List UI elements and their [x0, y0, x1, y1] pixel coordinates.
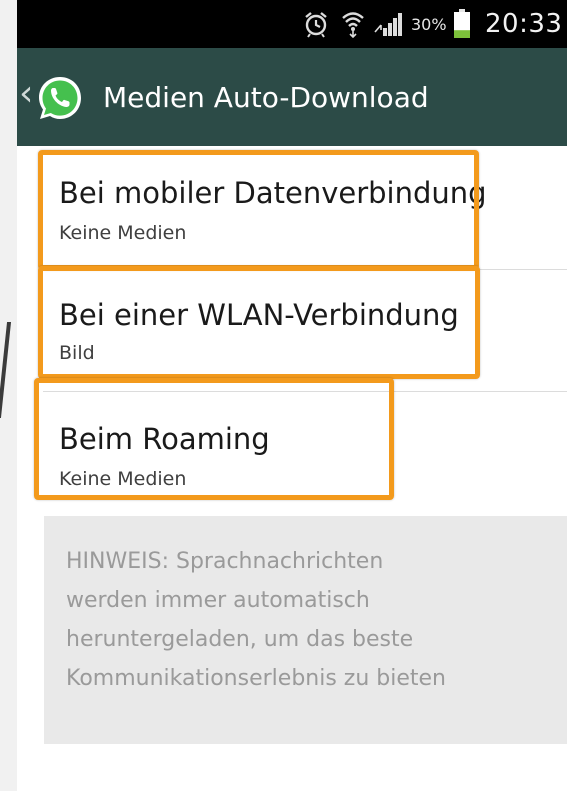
- battery-icon: [453, 0, 471, 48]
- note-text: HINWEIS: Sprachnachrichten werden immer …: [66, 549, 446, 691]
- wifi-icon: [341, 0, 365, 48]
- setting-value: Keine Medien: [59, 222, 187, 244]
- setting-wlan[interactable]: Bei einer WLAN-Verbindung Bild: [17, 266, 567, 392]
- alarm-icon: [303, 0, 329, 48]
- left-background-strip: [0, 0, 17, 791]
- battery-percent: 30%: [411, 14, 447, 34]
- setting-value: Keine Medien: [59, 468, 187, 490]
- setting-title: Beim Roaming: [59, 422, 270, 456]
- settings-list: Bei mobiler Datenverbindung Keine Medien…: [17, 146, 567, 512]
- setting-title: Bei mobiler Datenverbindung: [59, 176, 487, 210]
- setting-value: Bild: [59, 342, 95, 364]
- clock-time: 20:33: [485, 9, 563, 39]
- status-bar: 30% 20:33: [17, 0, 567, 48]
- info-note: HINWEIS: Sprachnachrichten werden immer …: [44, 516, 567, 744]
- setting-title: Bei einer WLAN-Verbindung: [59, 298, 459, 332]
- action-bar: ‹ Medien Auto-Download: [17, 48, 567, 146]
- signal-icon: [371, 0, 405, 48]
- page-title: Medien Auto-Download: [103, 81, 429, 114]
- highlight-frame: [38, 150, 479, 270]
- setting-mobile-data[interactable]: Bei mobiler Datenverbindung Keine Medien: [17, 146, 567, 270]
- back-chevron-icon[interactable]: ‹: [19, 74, 33, 114]
- setting-roaming[interactable]: Beim Roaming Keine Medien: [17, 378, 567, 512]
- whatsapp-icon[interactable]: [35, 73, 85, 123]
- background-mark: [0, 322, 12, 418]
- phone-screen: 30% 20:33 ‹ Medien Auto-Download Bei mob…: [17, 0, 567, 791]
